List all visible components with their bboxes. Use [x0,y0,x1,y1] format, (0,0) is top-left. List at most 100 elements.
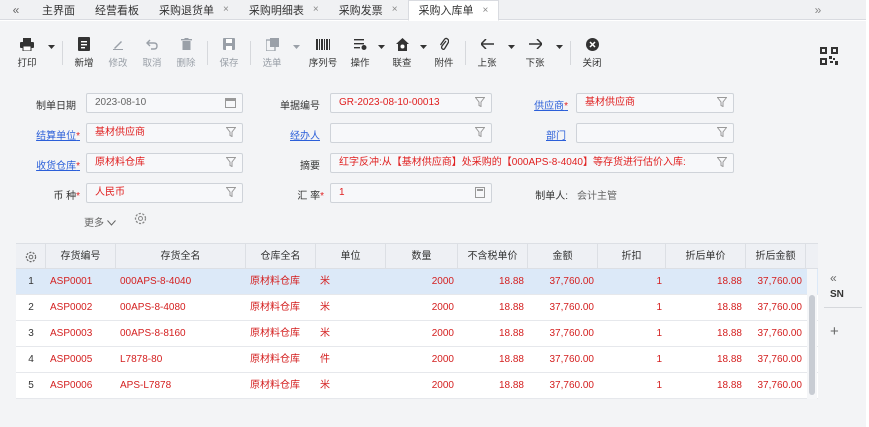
cell-unit[interactable]: 米 [320,269,386,295]
summary-field[interactable]: 红字反冲:从【基材供应商】处采购的【000APS-8-4040】等存货进行估价入… [330,153,734,173]
filter-icon[interactable] [717,97,727,107]
tab-scroll-right-button[interactable]: » [805,0,831,20]
edit-button[interactable]: 修改 [101,35,135,75]
settlement-unit-field[interactable]: 基材供应商 [86,123,243,143]
add-button[interactable]: + [830,323,839,340]
header-discounted-price[interactable]: 折后单价 [666,244,746,270]
cell-discount[interactable]: 1 [598,347,662,373]
cell-item-code[interactable]: ASP0002 [50,295,116,321]
cell-warehouse[interactable]: 原材料仓库 [250,295,316,321]
tab-purchase-return[interactable]: 采购退货单 × [149,0,239,20]
attachment-button[interactable]: 附件 [427,35,461,75]
cancel-button[interactable]: 取消 [135,35,169,75]
handler-link[interactable]: 经办人 [266,127,320,142]
column-settings[interactable] [16,244,46,270]
cell-item-code[interactable]: ASP0003 [50,321,116,347]
receiving-warehouse-link[interactable]: 收货仓库* [20,157,80,172]
tab-main[interactable]: 主界面 [32,0,85,20]
header-unit[interactable]: 单位 [316,244,386,270]
qr-code-icon[interactable] [820,47,838,65]
cell-amount[interactable]: 37,760.00 [528,269,595,295]
table-row[interactable]: 5 ASP0006 APS-L7878 原材料仓库 米 2000 18.88 3… [16,373,818,399]
select-order-button[interactable]: 选单 [255,35,289,75]
date-field[interactable]: 2023-08-10 [86,93,243,113]
cell-discount[interactable]: 1 [598,321,662,347]
department-field[interactable] [576,123,734,143]
cell-warehouse[interactable]: 原材料仓库 [250,347,316,373]
header-unit-price[interactable]: 不含税单价 [458,244,528,270]
cell-discount[interactable]: 1 [598,295,662,321]
cell-amount[interactable]: 37,760.00 [528,295,595,321]
cell-unit-price[interactable]: 18.88 [458,373,524,399]
more-toggle[interactable]: 更多 [84,214,116,229]
cell-item-name[interactable]: 000APS-8-4040 [120,269,246,295]
cell-discounted-amount[interactable]: 37,760.00 [746,373,803,399]
operate-button[interactable]: 操作 [343,35,377,75]
tab-close-icon[interactable]: × [392,4,398,15]
cell-discounted-amount[interactable]: 37,760.00 [746,295,803,321]
calculator-icon[interactable] [475,187,485,198]
cell-unit-price[interactable]: 18.88 [458,269,524,295]
tab-purchase-invoice[interactable]: 采购发票 × [329,0,408,20]
table-row[interactable]: 2 ASP0002 00APS-8-4080 原材料仓库 米 2000 18.8… [16,295,818,321]
operate-dropdown[interactable] [377,35,385,49]
cell-quantity[interactable]: 2000 [386,295,454,321]
cell-unit-price[interactable]: 18.88 [458,295,524,321]
cell-amount[interactable]: 37,760.00 [528,321,595,347]
cell-unit-price[interactable]: 18.88 [458,347,524,373]
cell-warehouse[interactable]: 原材料仓库 [250,373,316,399]
calendar-icon[interactable] [225,97,236,108]
cell-item-name[interactable]: 00APS-8-4080 [120,295,246,321]
receiving-warehouse-field[interactable]: 原材料仓库 [86,153,243,173]
cell-unit[interactable]: 米 [320,321,386,347]
close-button[interactable]: 关闭 [575,35,609,75]
cell-discounted-amount[interactable]: 37,760.00 [746,321,803,347]
filter-icon[interactable] [226,127,236,137]
select-order-dropdown[interactable] [289,35,303,49]
cell-item-code[interactable]: ASP0006 [50,373,116,399]
doc-number-field[interactable]: GR-2023-08-10-00013 [330,93,492,113]
filter-icon[interactable] [475,127,485,137]
handler-field[interactable] [330,123,492,143]
header-item-name[interactable]: 存货全名 [116,244,246,270]
cell-discounted-price[interactable]: 18.88 [666,321,742,347]
cell-discounted-amount[interactable]: 37,760.00 [746,347,803,373]
cell-unit[interactable]: 米 [320,373,386,399]
cell-discounted-price[interactable]: 18.88 [666,347,742,373]
header-quantity[interactable]: 数量 [386,244,458,270]
currency-field[interactable]: 人民币 [86,183,243,203]
print-dropdown[interactable] [44,35,58,49]
tab-purchase-detail[interactable]: 采购明细表 × [239,0,329,20]
cell-discount[interactable]: 1 [598,373,662,399]
cell-amount[interactable]: 37,760.00 [528,373,595,399]
supplier-field[interactable]: 基材供应商 [576,93,734,113]
collapse-panel-button[interactable]: « [830,271,837,285]
linked-query-dropdown[interactable] [419,35,427,49]
new-button[interactable]: 新增 [67,35,101,75]
cell-discount[interactable]: 1 [598,269,662,295]
tab-purchase-receipt[interactable]: 采购入库单 × [407,0,500,21]
prev-dropdown[interactable] [504,35,518,49]
supplier-link[interactable]: 供应商* [510,97,568,112]
header-discounted-amount[interactable]: 折后金额 [746,244,806,270]
filter-icon[interactable] [717,157,727,167]
filter-icon[interactable] [226,157,236,167]
cell-discounted-price[interactable]: 18.88 [666,373,742,399]
serial-number-button[interactable]: 序列号 [303,35,343,75]
cell-quantity[interactable]: 2000 [386,347,454,373]
cell-discounted-amount[interactable]: 37,760.00 [746,269,803,295]
linked-query-button[interactable]: 联查 [385,35,419,75]
cell-quantity[interactable]: 2000 [386,321,454,347]
tab-close-icon[interactable]: × [313,4,319,15]
department-link[interactable]: 部门 [510,127,566,142]
gear-icon[interactable] [134,212,147,225]
header-item-code[interactable]: 存货编号 [46,244,116,270]
delete-button[interactable]: 删除 [169,35,203,75]
tab-close-icon[interactable]: × [483,5,489,16]
header-warehouse[interactable]: 仓库全名 [246,244,316,270]
cell-unit-price[interactable]: 18.88 [458,321,524,347]
print-button[interactable]: 打印 [10,35,44,75]
cell-discounted-price[interactable]: 18.88 [666,269,742,295]
table-row[interactable]: 3 ASP0003 00APS-8-8160 原材料仓库 米 2000 18.8… [16,321,818,347]
table-row[interactable]: 1 ASP0001 000APS-8-4040 原材料仓库 米 2000 18.… [16,269,818,295]
